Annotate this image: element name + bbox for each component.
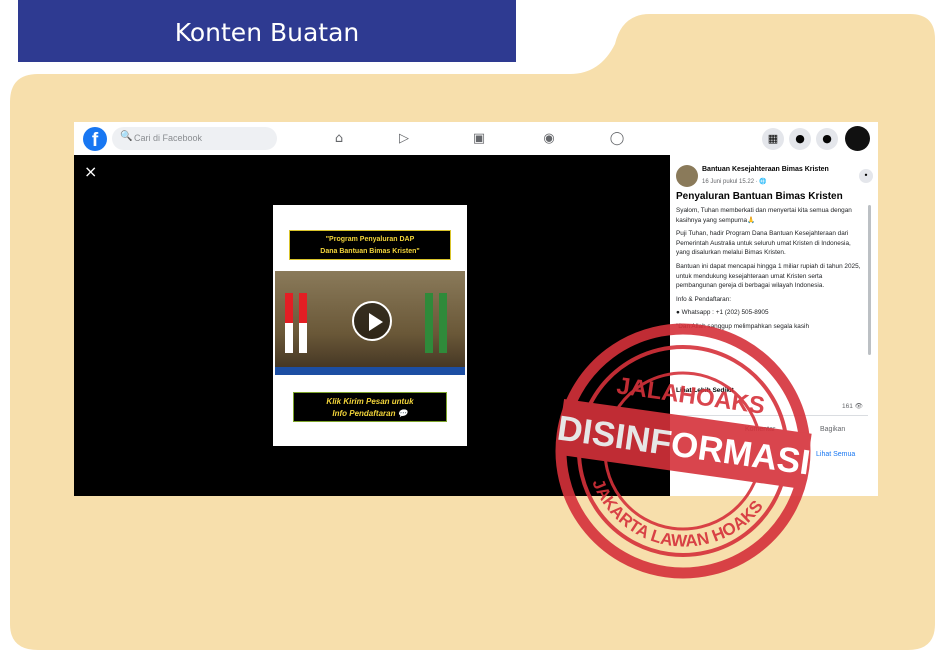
page-avatar[interactable]	[676, 165, 698, 187]
gaming-icon[interactable]: ◯	[607, 129, 627, 149]
post-paragraph: Syalom, Tuhan memberkati dan menyertai k…	[676, 207, 852, 224]
caption-line-2: Dana Bantuan Bimas Kristen"	[320, 248, 420, 255]
flag-decor	[425, 293, 433, 353]
flag-decor	[439, 293, 447, 353]
share-button[interactable]: Bagikan	[820, 426, 845, 433]
notification-bell-icon[interactable]: ●	[816, 128, 838, 150]
flag-decor	[299, 293, 307, 353]
marketplace-icon[interactable]: ▣	[469, 129, 489, 149]
program-caption: "Program Penyaluran DAP Dana Bantuan Bim…	[289, 230, 451, 260]
post-paragraph: Info & Pendaftaran:	[676, 295, 732, 303]
facebook-topbar: f 🔍 Cari di Facebook ⌂ ▷ ▣ ◉ ◯ ▦ ● ●	[74, 122, 878, 155]
menu-grid-icon[interactable]: ▦	[762, 128, 784, 150]
close-icon[interactable]: ×	[84, 162, 97, 181]
post-paragraph: Bantuan ini dapat mencapai hingga 1 mili…	[676, 262, 861, 290]
video-thumbnail[interactable]	[275, 271, 465, 375]
home-icon[interactable]: ⌂	[329, 129, 349, 149]
video-ticker	[275, 367, 465, 375]
cta-line-2: Info Pendaftaran 💬	[332, 409, 408, 418]
page-title: Konten Buatan	[174, 18, 360, 47]
view-count: 161 👁	[842, 403, 863, 410]
video-icon[interactable]: ▷	[394, 129, 414, 149]
flag-decor	[285, 293, 293, 353]
search-input[interactable]: 🔍 Cari di Facebook	[112, 127, 277, 150]
search-icon: 🔍	[120, 131, 133, 142]
post-title: Penyaluran Bantuan Bimas Kristen	[676, 191, 843, 202]
search-placeholder: Cari di Facebook	[134, 133, 203, 143]
post-date: 16 Juni pukul 15.22 · 🌐	[702, 179, 767, 185]
caption-line-1: "Program Penyaluran DAP	[325, 236, 415, 243]
post-image: "Program Penyaluran DAP Dana Bantuan Bim…	[273, 205, 467, 446]
profile-avatar[interactable]	[845, 126, 870, 151]
messenger-icon[interactable]: ●	[789, 128, 811, 150]
cta-line-1: Klik Kirim Pesan untuk	[326, 397, 414, 406]
scrollbar[interactable]	[868, 205, 871, 355]
page-name[interactable]: Bantuan Kesejahteraan Bimas Kristen	[702, 166, 829, 173]
facebook-logo-icon[interactable]: f	[83, 127, 107, 151]
more-options-icon[interactable]: •	[859, 169, 873, 183]
disinformasi-stamp: JALAHOAKS DISINFORMASI JAKARTA LAWAN HOA…	[555, 323, 813, 579]
registration-cta: Klik Kirim Pesan untuk Info Pendaftaran …	[293, 392, 447, 422]
groups-icon[interactable]: ◉	[539, 129, 559, 149]
header-tab: Konten Buatan	[18, 0, 516, 62]
post-paragraph: Puji Tuhan, hadir Program Dana Bantuan K…	[676, 230, 851, 257]
see-all-link[interactable]: Lihat Semua	[816, 451, 855, 458]
play-button-icon[interactable]	[352, 301, 392, 341]
